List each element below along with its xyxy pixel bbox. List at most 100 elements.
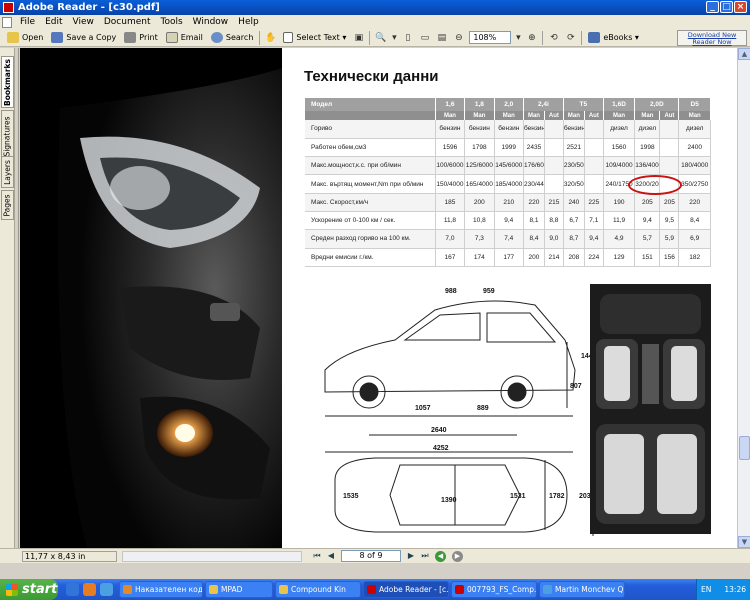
email-button[interactable]: Email: [162, 30, 207, 46]
taskbar-item[interactable]: Наказателен код...: [119, 581, 203, 598]
tab-layers[interactable]: Layers: [1, 156, 14, 188]
hand-tool-icon[interactable]: ✋: [263, 31, 278, 45]
table-cell: дизел: [634, 120, 661, 139]
table-cell: 2521: [563, 138, 585, 158]
navigation-splitter[interactable]: [15, 48, 19, 548]
close-button[interactable]: ×: [734, 1, 747, 13]
zoom-in-icon[interactable]: ⊕: [524, 31, 539, 45]
actual-size-icon[interactable]: ▯: [400, 31, 415, 45]
table-cell: 214: [544, 248, 564, 267]
tab-bookmarks[interactable]: Bookmarks: [1, 56, 14, 108]
horizontal-scrollbar[interactable]: [122, 551, 302, 562]
rotate-right-icon[interactable]: ⟳: [563, 31, 578, 45]
car-front-photo: [20, 48, 282, 548]
status-bar: 11,77 x 8,43 in ⏮ ◀ 8 of 9 ▶ ⏭ ◀ ▶: [0, 548, 750, 563]
go-back-icon[interactable]: ◀: [435, 550, 446, 562]
table-cell: 7,3: [464, 229, 495, 249]
menu-view[interactable]: View: [68, 17, 99, 27]
page-number-field[interactable]: 8 of 9: [341, 550, 401, 562]
zoom-icon[interactable]: 🔍: [373, 31, 388, 45]
menu-edit[interactable]: Edit: [40, 17, 67, 27]
scroll-thumb[interactable]: [739, 436, 750, 460]
vertical-scrollbar[interactable]: ▲ ▼: [737, 48, 750, 548]
first-page-icon[interactable]: ⏮: [310, 550, 324, 562]
go-forward-icon[interactable]: ▶: [452, 550, 463, 562]
document-viewport[interactable]: Технически данни Модел 1,6 1,8 2,0 2,4i …: [20, 48, 737, 548]
table-cell: [544, 156, 564, 176]
search-button[interactable]: Search: [207, 30, 257, 46]
ebook-icon: [588, 32, 601, 43]
taskbar-item-active[interactable]: Adobe Reader - [c...: [363, 581, 449, 598]
table-cell: 8,7: [563, 229, 585, 249]
table-cell: дизел: [678, 120, 711, 139]
snapshot-icon[interactable]: ▣: [351, 31, 366, 45]
taskbar-item[interactable]: 007793_FS_Comp...: [451, 581, 537, 598]
menu-window[interactable]: Window: [188, 17, 234, 27]
start-button[interactable]: start: [0, 579, 58, 600]
tab-signatures[interactable]: Signatures: [1, 110, 14, 162]
open-button[interactable]: Open: [3, 30, 47, 46]
menu-help[interactable]: Help: [233, 17, 264, 27]
save-copy-button[interactable]: Save a Copy: [47, 30, 120, 46]
adobe-reader-icon: [3, 2, 14, 13]
document-icon[interactable]: [2, 16, 12, 28]
zoom-out-icon[interactable]: ⊖: [451, 31, 466, 45]
language-indicator[interactable]: EN: [701, 585, 711, 594]
taskbar-item[interactable]: Martin Monchev Q...: [539, 581, 625, 598]
table-cell: 8,1: [523, 211, 545, 231]
menu-tools[interactable]: Tools: [156, 17, 188, 27]
minimize-button[interactable]: _: [706, 1, 719, 13]
firefox-icon[interactable]: [83, 583, 96, 596]
text-cursor-icon: [283, 32, 294, 43]
chevron-down-icon[interactable]: ▾: [514, 31, 522, 45]
car-dimension-drawing: 988 959 1447 807 1057 889 2640 4252 1535…: [324, 288, 597, 536]
last-page-icon[interactable]: ⏭: [418, 550, 432, 562]
table-cell: [584, 120, 604, 139]
zoom-level-field[interactable]: 108%: [469, 31, 512, 44]
taskbar-item[interactable]: Compound Kin: [275, 581, 361, 598]
taskbar-item-label: 007793_FS_Comp...: [467, 585, 537, 594]
email-icon: [165, 32, 178, 43]
select-text-label: Select Text: [296, 33, 340, 42]
menu-file[interactable]: File: [15, 17, 40, 27]
model-col: 1,8: [464, 98, 495, 111]
scroll-down-icon[interactable]: ▼: [738, 536, 750, 548]
folder-icon: [279, 585, 288, 594]
pdf-icon: [455, 585, 464, 594]
scroll-up-icon[interactable]: ▲: [738, 48, 750, 60]
ie-icon[interactable]: [66, 583, 79, 596]
fit-page-icon[interactable]: ▭: [417, 31, 432, 45]
table-cell: 177: [494, 248, 524, 267]
skype-icon[interactable]: [100, 583, 113, 596]
table-cell: 208: [563, 248, 585, 267]
chevron-down-icon[interactable]: ▾: [390, 31, 398, 45]
select-text-button[interactable]: Select Text ▾: [279, 30, 350, 46]
taskbar-item-label: Adobe Reader - [c...: [379, 585, 449, 594]
system-tray: EN 13:26: [696, 579, 750, 600]
table-cell: 1998: [634, 138, 661, 158]
table-cell: 6,7: [563, 211, 585, 231]
table-cell: 109/4000: [603, 156, 636, 176]
previous-page-icon[interactable]: ◀: [324, 550, 338, 562]
ebooks-button[interactable]: eBooks ▾: [584, 30, 643, 46]
rotate-left-icon[interactable]: ⟲: [546, 31, 561, 45]
subheader-cell: Man: [678, 111, 711, 120]
car-interior-photo: [590, 284, 711, 534]
model-col: 2,4i: [523, 98, 564, 111]
next-page-icon[interactable]: ▶: [404, 550, 418, 562]
maximize-button[interactable]: □: [720, 1, 733, 13]
taskbar-item[interactable]: MPAD: [205, 581, 273, 598]
row-label: Макс.мощност,к.с. при об/мин: [305, 156, 436, 176]
model-col: T5: [563, 98, 604, 111]
print-button[interactable]: Print: [120, 30, 161, 46]
fit-width-icon[interactable]: ▤: [434, 31, 449, 45]
menu-document[interactable]: Document: [99, 17, 156, 27]
table-row: Работен обем,см3 1596 1798 1999 2435 2521 1560…: [305, 138, 711, 158]
download-reader-link[interactable]: Download New Reader Now: [677, 30, 747, 46]
table-cell: 224: [584, 248, 604, 267]
car-headlight-image: [20, 48, 282, 548]
table-cell: 230/4400: [523, 174, 545, 194]
tab-signatures-label: Signatures: [3, 115, 12, 157]
tab-pages[interactable]: Pages: [1, 190, 14, 220]
table-cell: 125/6000: [464, 156, 495, 176]
